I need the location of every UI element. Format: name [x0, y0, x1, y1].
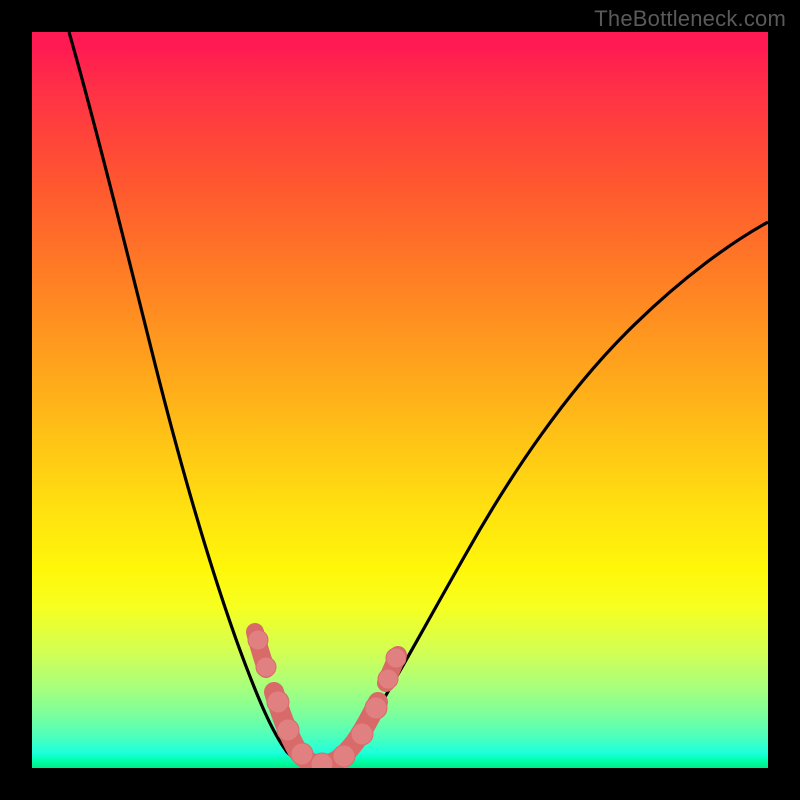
bottleneck-curve — [32, 32, 768, 768]
plot-area — [32, 32, 768, 768]
highlight-beads — [248, 630, 406, 768]
watermark-text: TheBottleneck.com — [594, 6, 786, 32]
curve-path — [69, 32, 768, 767]
chart-frame: TheBottleneck.com — [0, 0, 800, 800]
